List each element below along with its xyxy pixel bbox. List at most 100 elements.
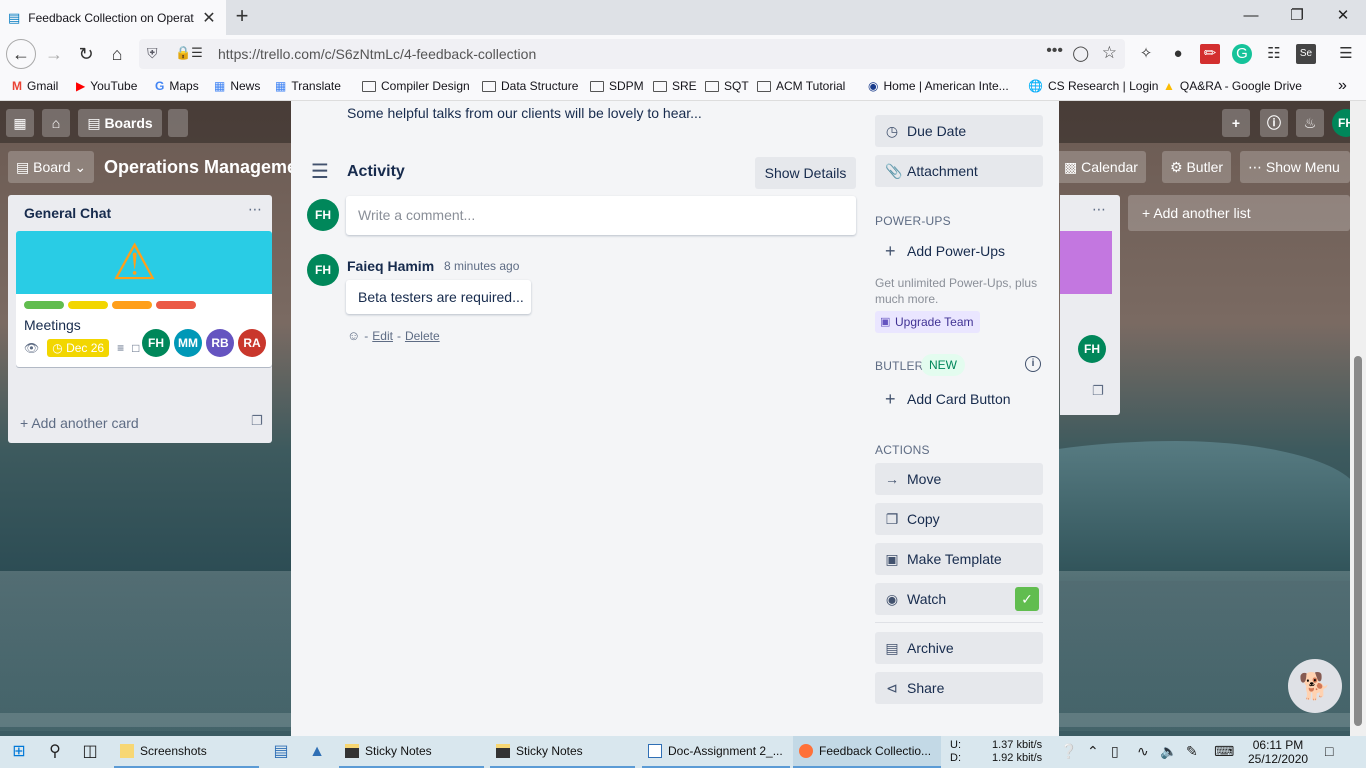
list-title[interactable]: General Chat [24,205,111,221]
close-window-icon[interactable]: ✕ [1320,0,1366,32]
app-icon[interactable]: ▲ [306,741,328,763]
info-header-icon[interactable]: ⓘ [1260,109,1288,137]
info-icon[interactable]: i [1025,356,1041,372]
taskbar-item-sticky-notes[interactable]: Sticky Notes [339,736,484,768]
avatar[interactable]: RA [238,329,266,357]
scrollbar-thumb[interactable] [1354,356,1362,726]
avatar[interactable]: FH [307,199,339,231]
husky-mascot-icon[interactable]: 🐕 [1288,659,1342,713]
show-details-button[interactable]: Show Details [755,157,856,189]
search-placeholder[interactable] [168,109,188,137]
library-icon[interactable]: ☷ [1264,44,1284,64]
bookmark-sdpm[interactable]: SDPM [590,79,644,93]
vertical-scrollbar[interactable] [1350,101,1366,736]
list-menu-icon[interactable]: ⋯ [248,201,262,218]
bookmark-news[interactable]: ▦ News [214,79,260,93]
comment-author[interactable]: Faieq Hamim [347,258,434,274]
avatar[interactable]: FH [142,329,170,357]
watch-button[interactable]: ◉ Watch ✓ [875,583,1043,615]
add-list-button[interactable]: + Add another list [1128,195,1350,231]
due-date-button[interactable]: ◷ Due Date [875,115,1043,147]
edit-comment-link[interactable]: Edit [372,329,393,343]
wifi-icon[interactable]: ∿ [1137,743,1149,760]
taskbar-item-sticky-notes[interactable]: Sticky Notes [490,736,635,768]
apps-grid-icon[interactable]: ▦ [6,109,34,137]
page-actions-icon[interactable]: ••• [1046,42,1063,60]
pdf-extension-icon[interactable]: ✏ [1200,44,1220,64]
avatar[interactable]: FH [307,254,339,286]
home-button[interactable]: ⌂ [103,40,131,68]
avatar[interactable]: FH [1078,335,1106,363]
tracking-shield-icon[interactable]: ⛨ [147,45,158,62]
avatar[interactable]: MM [174,329,202,357]
card-description[interactable]: Some helpful talks from our clients will… [347,105,702,121]
task-view-icon[interactable]: ◫ [79,741,101,763]
add-reaction-icon[interactable]: ☺ [347,328,360,343]
bookmark-sre[interactable]: SRE [653,79,697,93]
home-icon[interactable]: ⌂ [42,109,70,137]
move-button[interactable]: → Move [875,463,1043,495]
bookmark-youtube[interactable]: ▶ YouTube [76,79,137,93]
bookmark-compiler-design[interactable]: Compiler Design [362,79,470,93]
menu-icon[interactable]: ☰ [1336,44,1356,64]
bookmark-star-icon[interactable]: ☆ [1102,43,1117,63]
bookmark-cs-research[interactable]: 🌐 CS Research | Login [1028,79,1158,93]
address-bar[interactable]: ⛨ 🔒☰ https://trello.com/c/S6zNtmLc/4-fee… [139,39,1125,69]
minimize-icon[interactable]: — [1228,0,1274,32]
volume-icon[interactable]: 🔈 [1160,743,1177,760]
clock[interactable]: 06:11 PM 25/12/2020 [1248,738,1308,766]
restore-icon[interactable]: ❐ [1274,0,1320,32]
taskbar-item-firefox[interactable]: Feedback Collectio... [793,736,941,768]
browser-tab[interactable]: ▤ Feedback Collection on Operat ✕ [0,0,226,35]
grammarly-icon[interactable]: G [1232,44,1252,64]
create-icon[interactable]: + [1222,109,1250,137]
more-bookmarks-icon[interactable]: » [1338,77,1347,95]
upgrade-team-button[interactable]: ▣ Upgrade Team [875,311,980,333]
back-button[interactable]: ← [6,39,36,69]
comment-timestamp[interactable]: 8 minutes ago [444,259,519,273]
bookmark-maps[interactable]: G Maps [155,79,199,93]
archive-button[interactable]: ▤ Archive [875,632,1043,664]
delete-comment-link[interactable]: Delete [405,329,440,343]
pen-icon[interactable]: ✎ [1186,743,1198,760]
battery-icon[interactable]: ▯ [1111,743,1119,760]
add-card-button[interactable]: + Add another card [20,415,139,431]
bell-icon[interactable]: ♨ [1296,109,1324,137]
card-template-icon[interactable]: ❐ [1092,383,1104,399]
new-tab-button[interactable]: + [230,4,254,28]
card-template-icon[interactable]: ❐ [251,413,263,429]
list-menu-icon[interactable]: ⋯ [1092,201,1106,218]
url-text[interactable]: https://trello.com/c/S6zNtmLc/4-feedback… [218,46,536,62]
windows-start-icon[interactable]: ⊞ [8,741,30,763]
bookmark-gmail[interactable]: M Gmail [12,79,58,93]
add-card-button-button[interactable]: + Add Card Button [875,383,1043,415]
board-title[interactable]: Operations Manageme [104,151,297,183]
copy-button[interactable]: ❐ Copy [875,503,1043,535]
bookmark-sqt[interactable]: SQT [705,79,749,93]
show-menu-button[interactable]: ⋯ Show Menu [1240,151,1350,183]
bookmark-translate[interactable]: ▦ Translate [275,79,341,93]
chevron-up-icon[interactable]: ⌃ [1087,743,1099,760]
close-tab-icon[interactable]: ✕ [202,8,215,28]
board-view-switcher[interactable]: ▤ Board ⌄ [8,151,95,183]
selenium-icon[interactable]: Se [1296,44,1316,64]
reload-button[interactable]: ↻ [72,40,100,68]
help-icon[interactable]: ❔ [1060,743,1077,760]
comment-input[interactable]: Write a comment... [346,196,856,235]
bookmark-acm-tutorial[interactable]: ACM Tutorial [757,79,845,93]
boards-button[interactable]: ▤ Boards [78,109,162,137]
forward-button[interactable]: → [40,40,68,68]
bookmark-data-structure[interactable]: Data Structure [482,79,578,93]
search-icon[interactable]: ⚲ [44,741,66,763]
taskbar-item-doc-assignment[interactable]: Doc-Assignment 2_... [642,736,790,768]
share-button[interactable]: ⊲ Share [875,672,1043,704]
bookmark-american-inte[interactable]: ◉ Home | American Inte... [868,79,1009,93]
calendar-button[interactable]: ▩ Calendar [1056,151,1146,183]
bookmark-qara-drive[interactable]: ▲ QA&RA - Google Drive [1163,79,1302,93]
taskbar-item-screenshots[interactable]: Screenshots [114,736,259,768]
butler-button[interactable]: ⚙ Butler [1162,151,1232,183]
extensions-icon[interactable]: ✧ [1136,44,1156,64]
pocket-icon[interactable]: ◯ [1072,44,1089,62]
avatar[interactable]: RB [206,329,234,357]
account-icon[interactable]: ● [1168,44,1188,64]
